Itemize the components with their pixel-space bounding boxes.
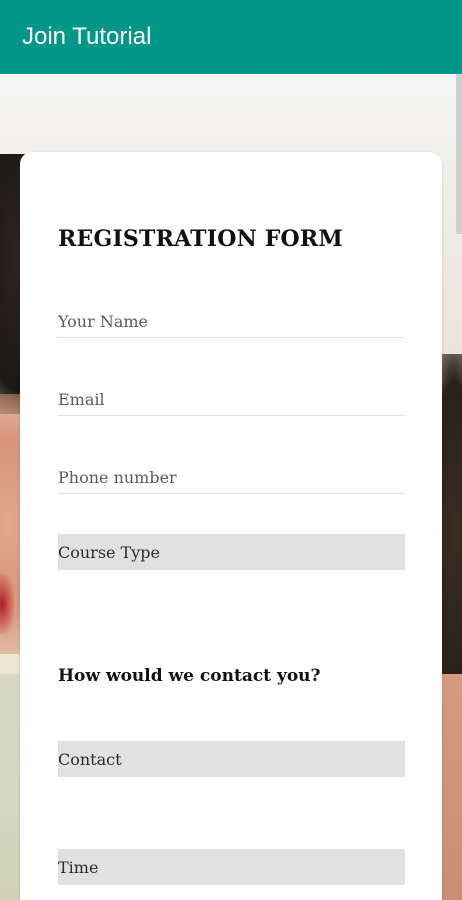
email-field[interactable]: Email bbox=[58, 380, 405, 416]
contact-select[interactable]: Contact bbox=[58, 741, 405, 777]
name-field[interactable]: Your Name bbox=[58, 302, 405, 338]
phone-field[interactable]: Phone number bbox=[58, 458, 405, 494]
scroll-indicator bbox=[456, 74, 462, 234]
email-field-placeholder: Email bbox=[58, 390, 105, 409]
background-face-right bbox=[442, 674, 462, 900]
background-detail-left bbox=[0, 574, 14, 634]
app-bar: Join Tutorial bbox=[0, 0, 462, 74]
form-title: REGISTRATION FORM bbox=[58, 226, 343, 252]
phone-field-placeholder: Phone number bbox=[58, 468, 177, 487]
contact-question-label: How would we contact you? bbox=[58, 666, 321, 686]
name-field-placeholder: Your Name bbox=[58, 312, 149, 331]
contact-value: Contact bbox=[58, 749, 122, 769]
app-bar-title: Join Tutorial bbox=[22, 23, 152, 50]
time-value: Time bbox=[58, 857, 99, 877]
time-select[interactable]: Time bbox=[58, 849, 405, 885]
registration-card: REGISTRATION FORM Your Name Email Phone … bbox=[20, 152, 442, 900]
course-type-select[interactable]: Course Type bbox=[58, 534, 405, 570]
course-type-value: Course Type bbox=[58, 542, 161, 562]
background-hair-right bbox=[442, 354, 462, 714]
